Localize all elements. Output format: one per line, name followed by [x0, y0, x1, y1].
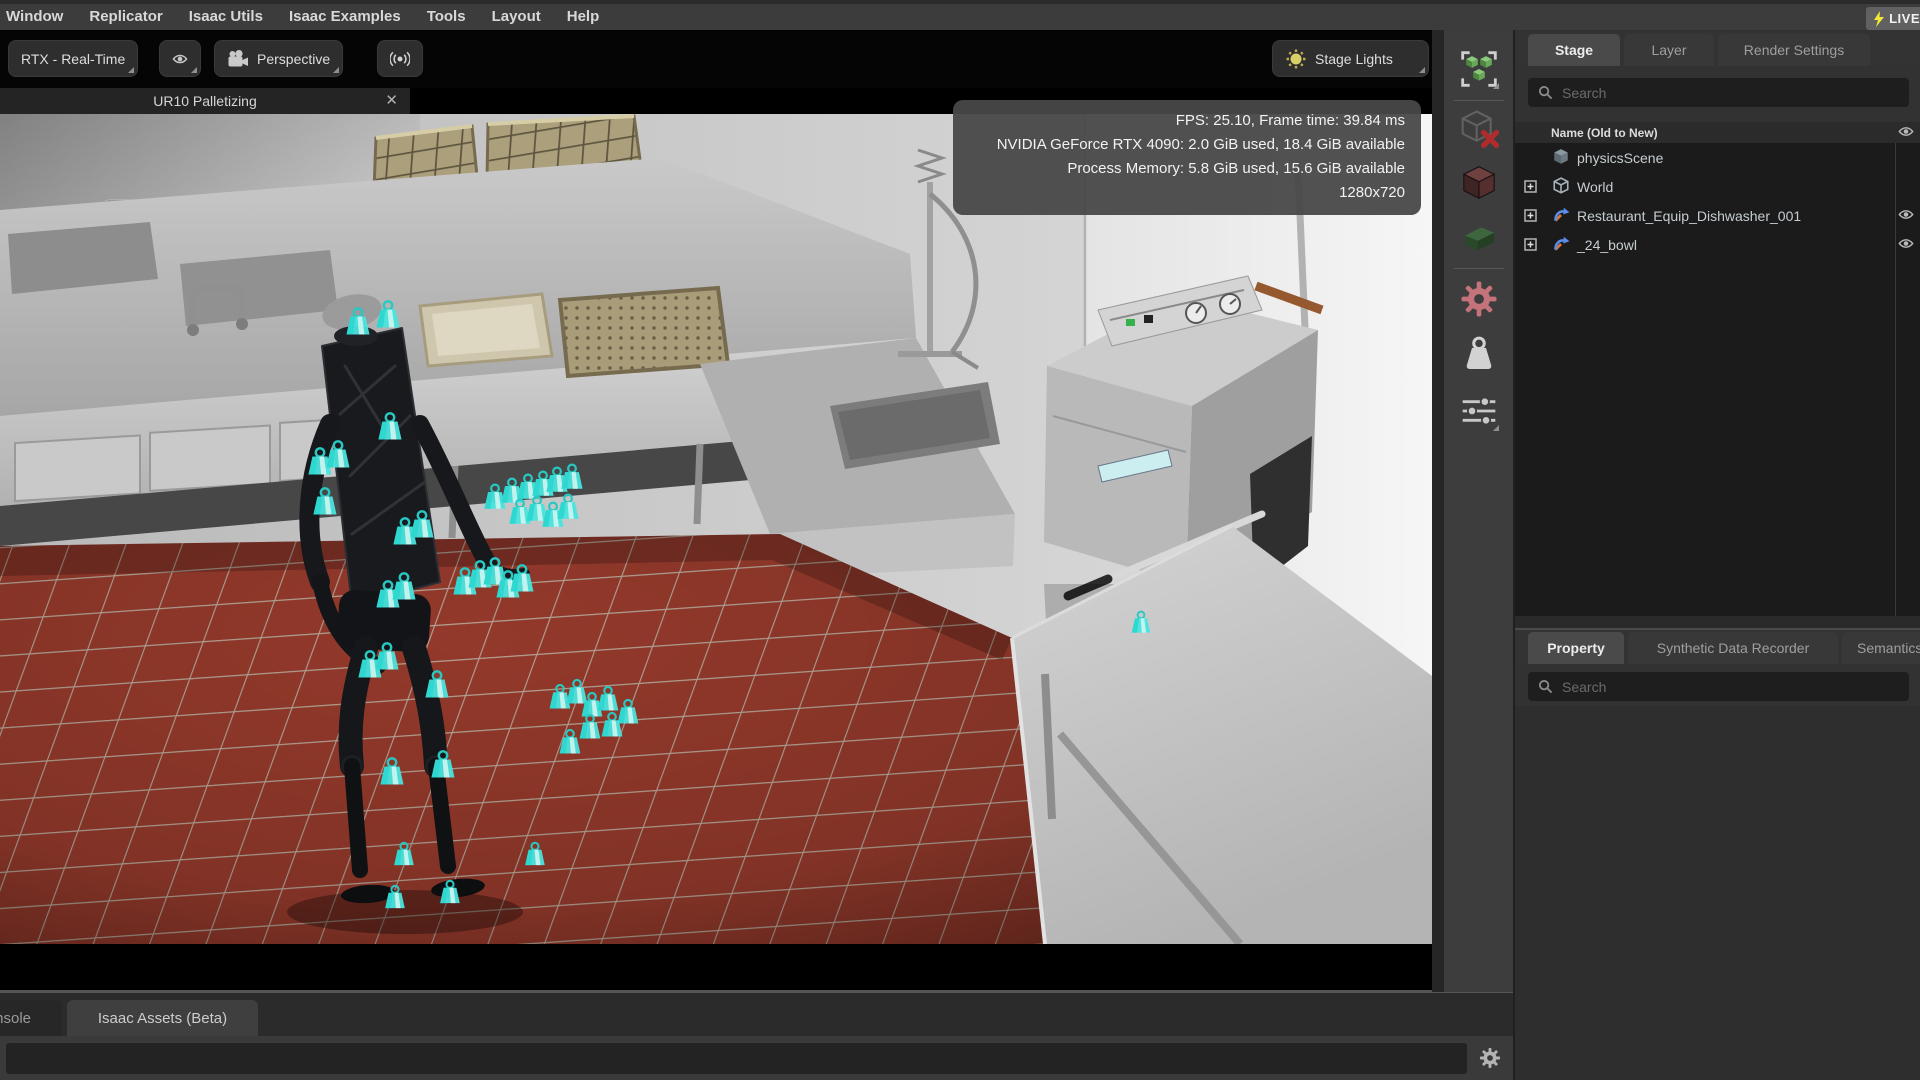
sliders-icon — [1458, 390, 1500, 432]
tab-isaac-assets[interactable]: Isaac Assets (Beta) — [67, 1000, 258, 1036]
menu-isaac-utils[interactable]: Isaac Utils — [176, 4, 276, 30]
visibility-column-eye-icon[interactable] — [1898, 125, 1914, 138]
viewport-letterbox — [0, 944, 1432, 992]
stats-gpu: NVIDIA GeForce RTX 4090: 2.0 GiB used, 1… — [969, 133, 1405, 157]
close-icon[interactable]: ✕ — [385, 88, 398, 114]
menu-window[interactable]: Window — [0, 4, 76, 30]
ghost-cube-red-x-icon — [1458, 108, 1500, 150]
property-tab-row: Property Synthetic Data Recorder Semanti… — [1515, 630, 1920, 666]
tree-row-world[interactable]: World — [1515, 172, 1920, 201]
isaac-assets-toolbar — [0, 1036, 1513, 1080]
lightning-bolt-icon — [1873, 11, 1885, 27]
viewport-tab-title: UR10 Palletizing — [153, 93, 257, 109]
tab-render-settings[interactable]: Render Settings — [1718, 34, 1870, 66]
visibility-eye-button[interactable] — [159, 40, 201, 77]
tab-semantics-schema-editor[interactable]: Semantics Schema Editor — [1842, 632, 1920, 664]
property-search-input[interactable]: Search — [1528, 672, 1909, 701]
simulation-settings-button[interactable] — [1456, 388, 1502, 434]
tab-console[interactable]: Console — [0, 1000, 62, 1036]
renderer-mode-button[interactable]: RTX - Real-Time — [8, 40, 138, 77]
physics-toolbar — [1432, 30, 1513, 992]
selection-cubes-icon — [1458, 48, 1500, 90]
mass-properties-button[interactable] — [1456, 332, 1502, 378]
wireframe-cube-icon — [1552, 177, 1570, 195]
reference-arrow-icon — [1552, 206, 1570, 224]
viewport-3d-render[interactable] — [0, 114, 1432, 944]
tree-row-24-bowl[interactable]: _24_bowl — [1515, 230, 1920, 259]
panel-splitter[interactable] — [1515, 616, 1920, 630]
search-icon — [1538, 85, 1553, 100]
expand-plus-icon[interactable] — [1524, 209, 1537, 222]
tree-row-physicsscene[interactable]: physicsScene — [1515, 143, 1920, 172]
weight-icon — [1458, 334, 1500, 376]
stage-search-placeholder: Search — [1562, 85, 1606, 101]
tab-synthetic-data-recorder[interactable]: Synthetic Data Recorder — [1628, 632, 1838, 664]
eye-icon — [172, 49, 188, 69]
menu-tools[interactable]: Tools — [414, 4, 479, 30]
search-icon — [1538, 679, 1553, 694]
selection-mode-button[interactable] — [1456, 46, 1502, 92]
physics-settings-button[interactable] — [1456, 276, 1502, 322]
sound-waves-icon — [390, 49, 410, 69]
menu-layout[interactable]: Layout — [479, 4, 554, 30]
camera-perspective-button[interactable]: Perspective — [214, 40, 343, 77]
peg-rack — [560, 288, 728, 376]
tab-property[interactable]: Property — [1528, 632, 1624, 664]
tree-sort-header[interactable]: Name (Old to New) — [1515, 122, 1920, 143]
stage-search-input[interactable]: Search — [1528, 78, 1909, 107]
settings-gear-icon[interactable] — [1477, 1045, 1503, 1071]
property-panel-body — [1515, 706, 1920, 1080]
assets-filter-input[interactable] — [6, 1043, 1467, 1074]
flat-tray — [420, 294, 552, 366]
menu-help[interactable]: Help — [554, 4, 613, 30]
tab-stage[interactable]: Stage — [1528, 34, 1620, 66]
reference-arrow-icon — [1552, 235, 1570, 253]
stage-tab-row: Stage Layer Render Settings — [1515, 32, 1920, 66]
physics-scene-cube-icon — [1552, 148, 1570, 166]
menu-isaac-examples[interactable]: Isaac Examples — [276, 4, 414, 30]
bottom-tab-row: Console Isaac Assets (Beta) — [0, 993, 1513, 1036]
stage-lights-label: Stage Lights — [1315, 51, 1393, 67]
mesh-cube-button[interactable] — [1456, 215, 1502, 261]
stats-memory: Process Memory: 5.8 GiB used, 15.6 GiB a… — [969, 157, 1405, 181]
stats-fps: FPS: 25.10, Frame time: 39.84 ms — [969, 109, 1405, 133]
green-cuboid-icon — [1458, 217, 1500, 259]
camera-icon — [227, 50, 249, 68]
right-panel: Stage Layer Render Settings Search Name … — [1513, 30, 1920, 1080]
audio-emitter-button[interactable] — [377, 40, 423, 77]
camera-label: Perspective — [257, 51, 330, 67]
stats-overlay: FPS: 25.10, Frame time: 39.84 ms NVIDIA … — [953, 100, 1421, 215]
property-search-placeholder: Search — [1562, 679, 1606, 695]
live-label: LIVE — [1889, 11, 1920, 26]
tree-row-dishwasher[interactable]: Restaurant_Equip_Dishwasher_001 — [1515, 201, 1920, 230]
visibility-eye-icon[interactable] — [1898, 208, 1914, 221]
visibility-eye-icon[interactable] — [1898, 237, 1914, 250]
maroon-cube-icon — [1458, 162, 1500, 204]
viewport-toolbar: RTX - Real-Time Perspective — [0, 30, 1432, 88]
menu-replicator[interactable]: Replicator — [76, 4, 175, 30]
stats-resolution: 1280x720 — [969, 181, 1405, 205]
kitchen-scene[interactable] — [0, 114, 1432, 944]
disabled-collider-button[interactable] — [1456, 106, 1502, 152]
collider-cube-button[interactable] — [1456, 160, 1502, 206]
expand-plus-icon[interactable] — [1524, 180, 1537, 193]
tab-layer[interactable]: Layer — [1624, 34, 1714, 66]
stage-lights-button[interactable]: Stage Lights — [1272, 40, 1429, 77]
expand-plus-icon[interactable] — [1524, 238, 1537, 251]
viewport-tab-ur10-palletizing[interactable]: UR10 Palletizing ✕ — [0, 88, 410, 114]
live-sync-badge[interactable]: LIVE — [1866, 7, 1920, 30]
stage-tree: Name (Old to New) physicsScene — [1515, 122, 1920, 616]
light-sun-icon — [1285, 48, 1307, 70]
menu-bar: Window Replicator Isaac Utils Isaac Exam… — [0, 0, 1920, 30]
renderer-mode-label: RTX - Real-Time — [21, 51, 125, 67]
red-gear-icon — [1458, 278, 1500, 320]
